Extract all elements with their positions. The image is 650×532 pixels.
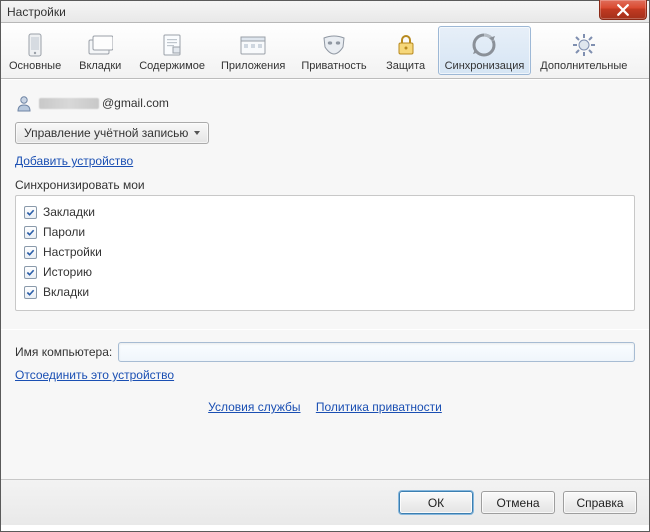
content-area: @gmail.com Управление учётной записью До… bbox=[1, 79, 649, 479]
tab-sync[interactable]: Синхронизация bbox=[438, 26, 532, 75]
tab-label: Приватность bbox=[301, 60, 366, 72]
avatar-icon bbox=[15, 94, 33, 112]
mask-icon bbox=[320, 32, 348, 58]
tos-link[interactable]: Условия службы bbox=[208, 400, 300, 414]
disconnect-device-link[interactable]: Отсоединить это устройство bbox=[15, 368, 174, 382]
pref-toolbar: Основные Вкладки Содержимое Приложения П… bbox=[1, 23, 649, 79]
tab-privacy[interactable]: Приватность bbox=[294, 26, 373, 75]
tab-content[interactable]: Содержимое bbox=[132, 26, 212, 75]
tab-applications[interactable]: Приложения bbox=[214, 26, 292, 75]
window-title: Настройки bbox=[7, 5, 66, 19]
tab-label: Защита bbox=[386, 60, 425, 72]
lock-icon bbox=[392, 32, 420, 58]
sync-item-label: Закладки bbox=[43, 205, 95, 219]
account-name-blurred bbox=[39, 98, 99, 109]
help-button[interactable]: Справка bbox=[563, 491, 637, 514]
phone-icon bbox=[21, 32, 49, 58]
close-button[interactable] bbox=[599, 0, 647, 20]
window-grid-icon bbox=[239, 32, 267, 58]
sync-item-tabs[interactable]: Вкладки bbox=[24, 282, 626, 302]
computer-name-label: Имя компьютера: bbox=[15, 345, 112, 359]
sync-item-label: Настройки bbox=[43, 245, 102, 259]
checkbox-icon bbox=[24, 206, 37, 219]
tab-label: Содержимое bbox=[139, 60, 205, 72]
tabs-icon bbox=[86, 32, 114, 58]
checkbox-icon bbox=[24, 226, 37, 239]
sync-item-bookmarks[interactable]: Закладки bbox=[24, 202, 626, 222]
tab-general[interactable]: Основные bbox=[2, 26, 68, 75]
manage-account-label: Управление учётной записью bbox=[24, 126, 188, 140]
sync-item-settings[interactable]: Настройки bbox=[24, 242, 626, 262]
account-email-domain: @gmail.com bbox=[102, 96, 169, 110]
sync-item-label: Пароли bbox=[43, 225, 85, 239]
account-row: @gmail.com bbox=[15, 94, 635, 112]
cancel-button[interactable]: Отмена bbox=[481, 491, 555, 514]
dialog-footer: ОК Отмена Справка bbox=[1, 479, 649, 525]
tab-label: Дополнительные bbox=[540, 60, 627, 72]
tab-label: Синхронизация bbox=[445, 60, 525, 72]
gear-icon bbox=[570, 32, 598, 58]
computer-name-row: Имя компьютера: bbox=[15, 342, 635, 362]
sync-item-label: Вкладки bbox=[43, 285, 89, 299]
computer-name-input[interactable] bbox=[118, 342, 635, 362]
checkbox-icon bbox=[24, 286, 37, 299]
sync-my-label: Синхронизировать мои bbox=[15, 178, 635, 192]
separator bbox=[1, 329, 649, 330]
checkbox-icon bbox=[24, 246, 37, 259]
tab-security[interactable]: Защита bbox=[376, 26, 436, 75]
sync-items-group: Закладки Пароли Настройки Историю Вкладк… bbox=[15, 195, 635, 311]
add-device-link[interactable]: Добавить устройство bbox=[15, 154, 133, 168]
document-icon bbox=[158, 32, 186, 58]
titlebar: Настройки bbox=[1, 1, 649, 23]
tab-label: Вкладки bbox=[79, 60, 121, 72]
sync-item-label: Историю bbox=[43, 265, 92, 279]
sync-item-passwords[interactable]: Пароли bbox=[24, 222, 626, 242]
footer-links: Условия службы Политика приватности bbox=[15, 400, 635, 414]
privacy-link[interactable]: Политика приватности bbox=[316, 400, 442, 414]
tab-tabs[interactable]: Вкладки bbox=[70, 26, 130, 75]
tab-label: Приложения bbox=[221, 60, 285, 72]
ok-button[interactable]: ОК bbox=[399, 491, 473, 514]
checkbox-icon bbox=[24, 266, 37, 279]
close-icon bbox=[617, 4, 629, 16]
sync-icon bbox=[470, 32, 498, 58]
chevron-down-icon bbox=[194, 131, 200, 135]
manage-account-button[interactable]: Управление учётной записью bbox=[15, 122, 209, 144]
tab-advanced[interactable]: Дополнительные bbox=[533, 26, 634, 75]
tab-label: Основные bbox=[9, 60, 61, 72]
sync-item-history[interactable]: Историю bbox=[24, 262, 626, 282]
